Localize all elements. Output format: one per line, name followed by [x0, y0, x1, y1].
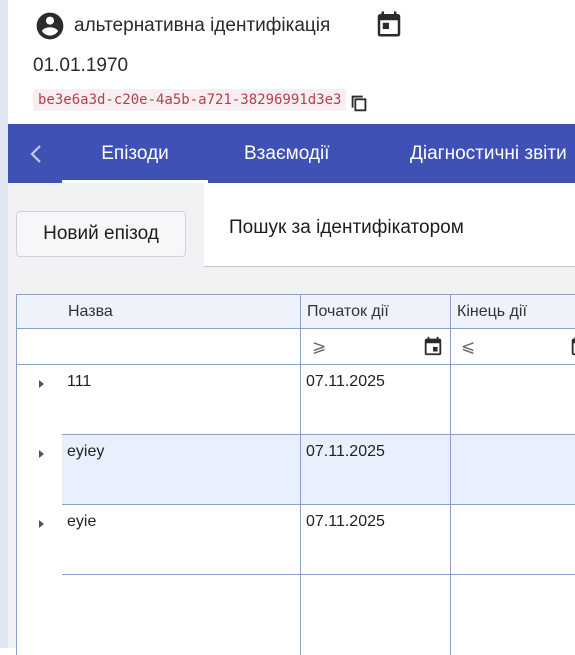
copy-icon[interactable] [348, 92, 370, 114]
expand-arrow-icon[interactable] [35, 378, 47, 390]
column-header-end[interactable]: Кінець дії [451, 295, 527, 328]
expand-arrow-icon[interactable] [35, 518, 47, 530]
start-filter-operator[interactable]: ⩾ [312, 337, 326, 357]
column-divider [300, 295, 301, 655]
left-edge-bar [0, 0, 8, 648]
episode-start: 07.11.2025 [306, 373, 385, 390]
episode-name: eyiey [67, 443, 105, 460]
episodes-table: Назва Початок дії Кінець дії ⩾ ⩽ 111 07.… [16, 294, 575, 655]
episodes-grid-area: Назва Початок дії Кінець дії ⩾ ⩽ 111 07.… [8, 268, 575, 655]
patient-header: альтернативна ідентифікація 01.01.1970 b… [8, 0, 575, 124]
table-row[interactable]: 111 07.11.2025 [39, 365, 575, 435]
column-divider [450, 295, 451, 655]
end-calendar-icon[interactable] [569, 335, 575, 357]
episode-toolbar: Новий епізод Пошук за ідентифікатором [8, 183, 575, 268]
table-row[interactable]: eyie 07.11.2025 [39, 505, 575, 575]
end-filter-operator[interactable]: ⩽ [461, 337, 475, 357]
episode-start: 07.11.2025 [306, 443, 385, 460]
start-calendar-icon[interactable] [422, 335, 444, 357]
patient-identity: альтернативна ідентифікація [34, 10, 330, 42]
patient-name: альтернативна ідентифікація [74, 15, 331, 36]
expand-arrow-icon[interactable] [35, 448, 47, 460]
uuid-row: be3e6a3d-c20e-4a5b-a721-38296991d3e3 [33, 86, 370, 114]
tab-diagnostic-reports[interactable]: Діагностичні звіти [410, 124, 567, 183]
patient-uuid: be3e6a3d-c20e-4a5b-a721-38296991d3e3 [33, 89, 347, 111]
column-header-name[interactable]: Назва [62, 295, 113, 328]
search-by-id-tab[interactable]: Пошук за ідентифікатором [204, 183, 575, 267]
table-header: Назва Початок дії Кінець дії [17, 295, 575, 329]
episode-name: 111 [67, 373, 92, 390]
birth-date: 01.01.1970 [33, 55, 129, 76]
chevron-left-icon[interactable] [24, 140, 48, 168]
search-by-id-label: Пошук за ідентифікатором [229, 217, 464, 238]
episode-name: eyie [67, 513, 97, 530]
tab-episodes[interactable]: Епізоди [62, 124, 208, 183]
table-row[interactable]: eyiey 07.11.2025 [39, 435, 575, 505]
calendar-icon[interactable] [374, 9, 404, 39]
column-header-start[interactable]: Початок дії [301, 295, 389, 328]
new-episode-button[interactable]: Новий епізод [16, 211, 186, 257]
account-circle-icon [36, 12, 64, 40]
main-tabs: Епізоди Взаємодії Діагностичні звіти [8, 124, 575, 183]
episode-start: 07.11.2025 [306, 513, 385, 530]
filter-row: ⩾ ⩽ [17, 329, 575, 365]
tab-encounters[interactable]: Взаємодії [244, 124, 329, 183]
